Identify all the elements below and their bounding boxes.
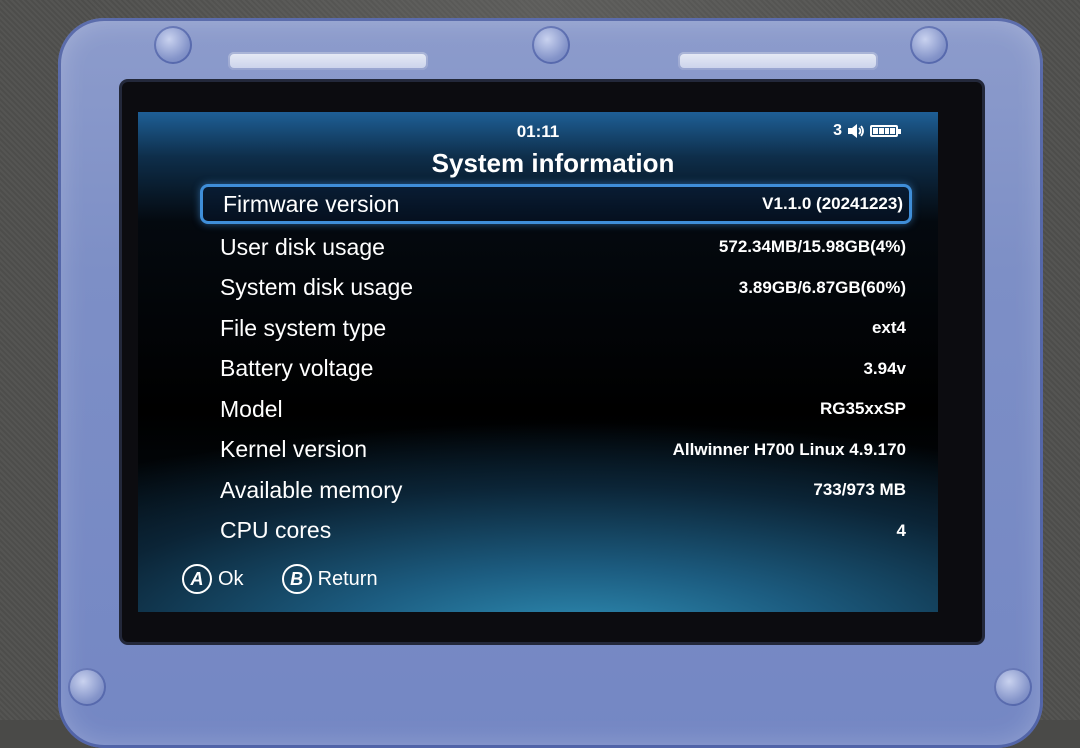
info-row-file-system-type[interactable]: File system type ext4 — [200, 308, 912, 349]
screw-top-right — [910, 26, 948, 64]
button-hints: A Ok B Return — [182, 564, 378, 594]
info-row-battery-voltage[interactable]: Battery voltage 3.94v — [200, 349, 912, 390]
speaker-icon — [848, 124, 864, 138]
ok-label: Ok — [218, 567, 244, 590]
row-label: File system type — [220, 314, 387, 341]
screw-top-center — [532, 26, 570, 64]
info-row-firmware-version[interactable]: Firmware version V1.1.0 (20241223) — [200, 184, 912, 224]
row-label: Firmware version — [223, 190, 400, 217]
row-label: CPU cores — [220, 517, 332, 544]
row-value: 572.34MB/15.98GB(4%) — [718, 237, 906, 257]
screw-bottom-left — [68, 668, 106, 706]
row-label: User disk usage — [220, 233, 385, 260]
row-value: 4 — [896, 520, 906, 540]
status-indicators: 3 — [833, 122, 901, 140]
clock: 01:11 — [516, 122, 560, 141]
row-label: Battery voltage — [220, 355, 374, 382]
page-title: System information — [431, 148, 675, 178]
b-button-icon: B — [281, 564, 312, 594]
row-value: ext4 — [871, 318, 906, 338]
row-label: Kernel version — [220, 436, 368, 463]
row-label: Available memory — [220, 476, 403, 503]
info-row-user-disk-usage[interactable]: User disk usage 572.34MB/15.98GB(4%) — [200, 227, 912, 268]
row-label: Model — [220, 395, 283, 422]
info-row-model[interactable]: Model RG35xxSP — [200, 389, 912, 430]
row-value: 3.94v — [863, 358, 906, 378]
screw-bottom-right — [994, 668, 1032, 706]
status-bar: 01:11 3 System information — [138, 112, 938, 190]
volume-level: 3 — [833, 122, 842, 139]
row-value: 733/973 MB — [813, 480, 906, 500]
row-value: 3.89GB/6.87GB(60%) — [738, 277, 906, 297]
battery-icon — [870, 125, 901, 137]
return-label: Return — [317, 567, 378, 590]
info-row-available-memory[interactable]: Available memory 733/973 MB — [200, 470, 912, 511]
row-value: RG35xxSP — [820, 399, 906, 419]
return-hint[interactable]: B Return — [281, 564, 378, 594]
ok-hint[interactable]: A Ok — [182, 564, 244, 594]
device-screen: 01:11 3 System information Firmware vers… — [138, 112, 938, 612]
row-value: Allwinner H700 Linux 4.9.170 — [672, 439, 906, 459]
row-label: System disk usage — [220, 274, 414, 301]
info-list: Firmware version V1.1.0 (20241223) User … — [200, 184, 912, 551]
info-row-system-disk-usage[interactable]: System disk usage 3.89GB/6.87GB(60%) — [200, 268, 912, 309]
info-row-cpu-cores[interactable]: CPU cores 4 — [200, 511, 912, 552]
shoulder-slot-right — [678, 52, 878, 70]
shoulder-slot-left — [228, 52, 428, 70]
a-button-icon: A — [182, 564, 212, 594]
row-value: V1.1.0 (20241223) — [762, 194, 903, 213]
screw-top-left — [154, 26, 192, 64]
info-row-kernel-version[interactable]: Kernel version Allwinner H700 Linux 4.9.… — [200, 430, 912, 471]
